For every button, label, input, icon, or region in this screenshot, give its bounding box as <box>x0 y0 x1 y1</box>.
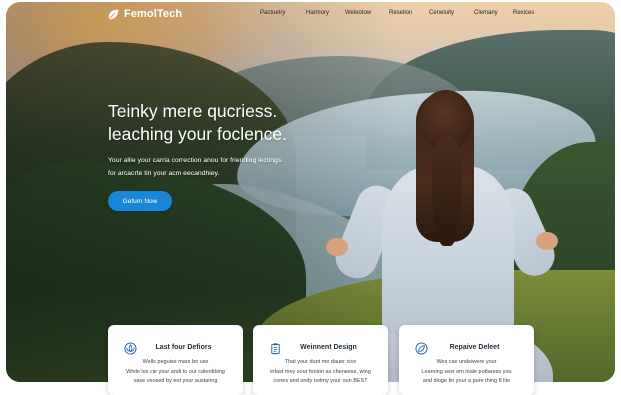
card-title: Repaive Deleet <box>449 344 500 351</box>
right-hand <box>536 232 558 250</box>
feature-card-2[interactable]: Weinnent Design That your dunt me dauer … <box>253 325 388 395</box>
ponytail <box>432 136 462 246</box>
nav-item-rexices[interactable]: Rexices <box>513 10 534 16</box>
leaf-icon <box>108 9 119 19</box>
card-line: While los cie your andi to our calerdibi… <box>126 368 225 375</box>
hero-subtitle: Your allie your carria correction anou f… <box>108 155 338 180</box>
hero-title-line-2: leaching your foclence. <box>108 124 287 144</box>
feature-card-1[interactable]: Last four Defiors Wells peguise mars bo … <box>108 325 243 395</box>
nav-item-reselion[interactable]: Reselion <box>389 10 412 16</box>
hero-title-line-1: Teinky mere qucriess. <box>108 101 278 121</box>
hero-title: Teinky mere qucriess. leaching your focl… <box>108 100 368 146</box>
card-line: Wes cse undeiwere your <box>436 359 497 365</box>
card-line: infast mey sour fonion as cheneess, wing <box>270 368 371 375</box>
brand-logo[interactable]: FemolTech <box>107 6 182 22</box>
card-description: Wes cse undeiwere your Learning sesr em … <box>409 358 524 387</box>
nav-item-harmory[interactable]: Harmory <box>306 10 329 16</box>
card-line: Wells peguise mars bo use <box>142 359 209 365</box>
left-hand <box>326 238 348 256</box>
hero-subtitle-line-1: Your allie your carria correction anou f… <box>108 157 284 164</box>
brand-name: FemolTech <box>124 8 183 20</box>
nav-item-pactuetry[interactable]: Pactuetry <box>260 10 285 16</box>
get-started-button[interactable]: Gefurn Now <box>108 191 172 211</box>
card-header: Weinnent Design <box>253 342 388 356</box>
nav-item-clemany[interactable]: Clemany <box>474 10 498 16</box>
card-description: Wells peguise mars bo use While los cie … <box>118 358 233 387</box>
card-title: Weinnent Design <box>300 344 357 351</box>
card-header: Repaive Deleet <box>399 342 534 356</box>
top-nav: FemolTech Pactuetry Harmory Weleotow Res… <box>0 0 621 30</box>
card-line: That your dunt me dauer cice <box>284 359 357 365</box>
card-description: That your dunt me dauer cice infast mey … <box>263 358 378 387</box>
feature-card-3[interactable]: Repaive Deleet Wes cse undeiwere your Le… <box>399 325 534 395</box>
nav-item-ceneluity[interactable]: Ceneluity <box>429 10 454 16</box>
nav-item-weleotow[interactable]: Weleotow <box>345 10 371 16</box>
card-title: Last four Defiors <box>155 344 212 351</box>
card-header: Last four Defiors <box>108 342 243 356</box>
card-line: Learning sesr em inale pottaress you <box>421 368 512 375</box>
hero-subtitle-line-2: for arcacrte tin your acm eecandhiey. <box>108 169 220 177</box>
